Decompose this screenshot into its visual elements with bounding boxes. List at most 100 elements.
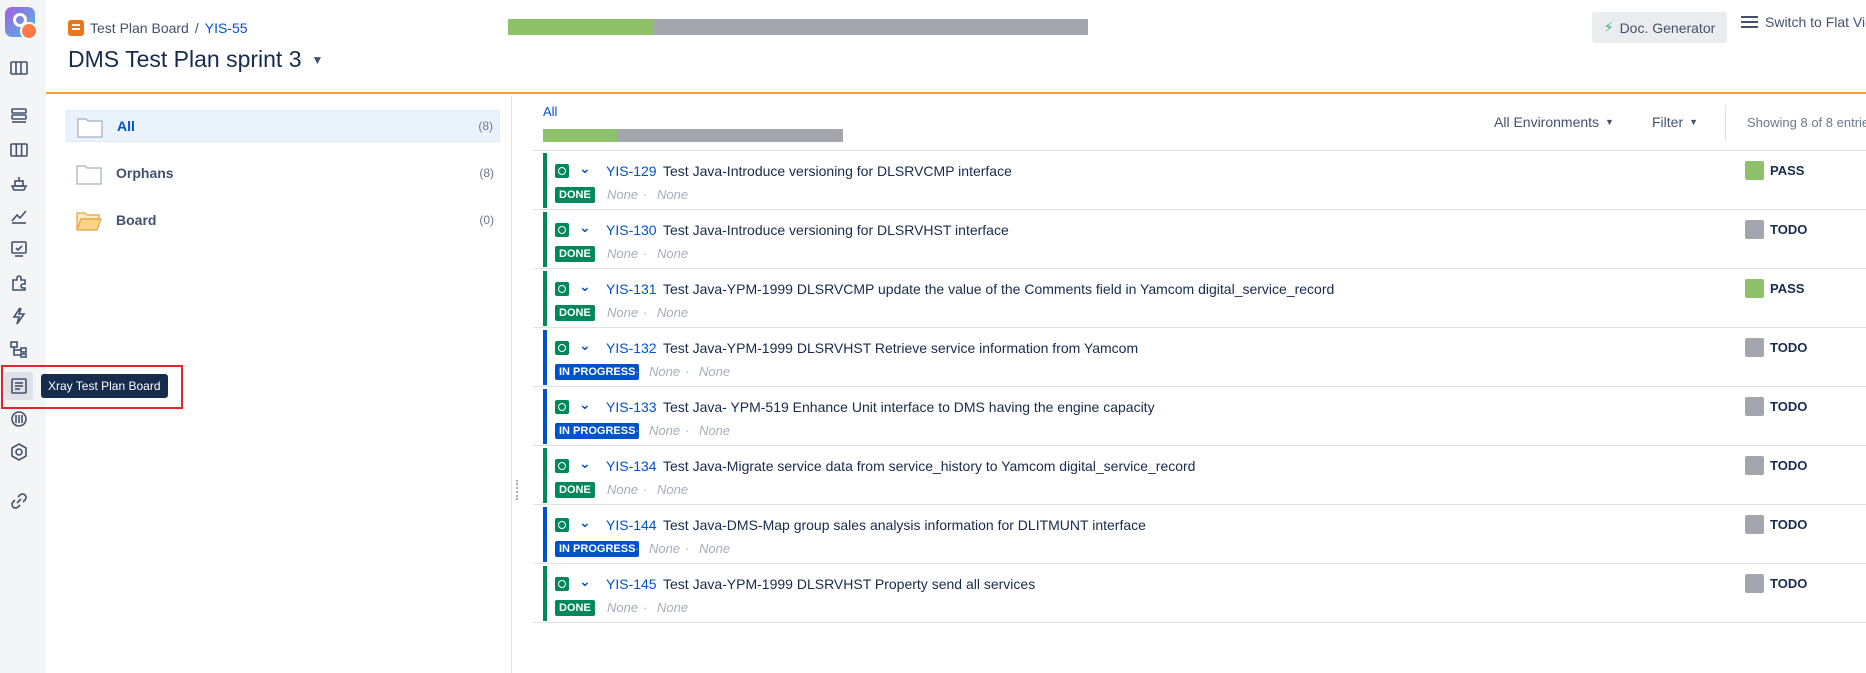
test-result-label[interactable]: TODO — [1770, 222, 1807, 237]
link-icon[interactable] — [8, 490, 30, 512]
switch-flat-view-button[interactable]: Switch to Flat Vie — [1741, 14, 1866, 30]
progress-todo-segment — [618, 129, 843, 142]
hierarchy-icon[interactable] — [8, 338, 30, 360]
test-summary[interactable]: Test Java-Migrate service data from serv… — [663, 458, 1195, 474]
folder-orphans[interactable]: Orphans (8) — [66, 157, 500, 189]
result-color-swatch — [1745, 220, 1764, 239]
priority-chevron-down-icon: ⌄ — [579, 219, 591, 235]
switch-flat-view-label: Switch to Flat Vie — [1765, 14, 1866, 30]
app-logo-icon[interactable] — [5, 7, 38, 40]
test-key-link[interactable]: YIS-134 — [606, 458, 657, 474]
test-row[interactable]: ⌄ YIS-131 Test Java-YPM-1999 DLSRVCMP upda… — [533, 269, 1866, 328]
folder-board[interactable]: Board (0) — [66, 204, 500, 236]
test-type-icon — [555, 282, 569, 296]
test-summary[interactable]: Test Java-YPM-1999 DLSRVHST Retrieve ser… — [663, 340, 1138, 356]
bolt-icon: ⚡ — [1603, 19, 1614, 35]
status-badge: DONE — [555, 600, 595, 616]
status-stripe — [543, 507, 547, 562]
test-row[interactable]: ⌄ YIS-134 Test Java-Migrate service data f… — [533, 446, 1866, 505]
page-title[interactable]: DMS Test Plan sprint 3 ▼ — [68, 46, 323, 73]
environment-filter-dropdown[interactable]: All Environments ▼ — [1494, 114, 1614, 130]
test-execution-icon[interactable] — [8, 238, 30, 260]
list-icon — [1741, 16, 1758, 28]
test-row[interactable]: ⌄ YIS-130 Test Java-Introduce versioning f… — [533, 210, 1866, 269]
test-summary[interactable]: Test Java-YPM-1999 DLSRVHST Property sen… — [663, 576, 1035, 592]
test-type-icon — [555, 400, 569, 414]
test-key-link[interactable]: YIS-132 — [606, 340, 657, 356]
toolbar-divider — [1725, 105, 1726, 141]
meta-separator: · — [593, 246, 598, 261]
test-meta-value: None — [649, 423, 681, 438]
entries-count: Showing 8 of 8 entrie — [1747, 115, 1866, 130]
doc-generator-button[interactable]: ⚡ Doc. Generator — [1592, 12, 1727, 43]
test-summary[interactable]: Test Java-YPM-1999 DLSRVCMP update the v… — [663, 281, 1334, 297]
test-key-link[interactable]: YIS-144 — [606, 517, 657, 533]
page-title-text: DMS Test Plan sprint 3 — [68, 46, 302, 72]
panel-resize-handle[interactable] — [516, 480, 519, 500]
test-summary[interactable]: Test Java-Introduce versioning for DLSRV… — [663, 222, 1009, 238]
priority-chevron-down-icon: ⌄ — [579, 337, 591, 353]
ship-icon[interactable] — [8, 172, 30, 194]
test-result-label[interactable]: PASS — [1770, 281, 1804, 296]
test-row[interactable]: ⌄ YIS-133 Test Java- YPM-519 Enhance Unit … — [533, 387, 1866, 446]
meta-separator: · — [685, 364, 690, 379]
test-summary[interactable]: Test Java- YPM-519 Enhance Unit interfac… — [663, 399, 1155, 415]
columns-icon[interactable] — [8, 139, 30, 161]
test-result-label[interactable]: TODO — [1770, 458, 1807, 473]
status-stripe — [543, 212, 547, 267]
filter-dropdown[interactable]: Filter ▼ — [1652, 114, 1698, 130]
test-row[interactable]: ⌄ YIS-129 Test Java-Introduce versioning f… — [533, 151, 1866, 210]
folder-tree-panel: All (8) Orphans (8) Board (0) — [46, 96, 512, 673]
folder-label: Board — [116, 212, 157, 228]
priority-chevron-down-icon: ⌄ — [579, 396, 591, 412]
doc-generator-label: Doc. Generator — [1619, 19, 1716, 36]
test-key-link[interactable]: YIS-133 — [606, 399, 657, 415]
test-result-label[interactable]: TODO — [1770, 576, 1807, 591]
test-result-label[interactable]: TODO — [1770, 517, 1807, 532]
test-result-label[interactable]: TODO — [1770, 399, 1807, 414]
progress-pass-segment — [543, 129, 618, 142]
test-meta-value: None — [607, 600, 639, 615]
result-color-swatch — [1745, 456, 1764, 475]
folder-all[interactable]: All (8) — [66, 110, 500, 142]
puzzle-icon[interactable] — [8, 272, 30, 294]
test-row[interactable]: ⌄ YIS-145 Test Java-YPM-1999 DLSRVHST Prop… — [533, 564, 1866, 623]
caret-down-icon: ▼ — [1605, 117, 1614, 127]
test-key-link[interactable]: YIS-130 — [606, 222, 657, 238]
folder-icon — [77, 116, 103, 138]
test-summary[interactable]: Test Java-DMS-Map group sales analysis i… — [663, 517, 1146, 533]
settings-hex-icon[interactable] — [8, 441, 30, 463]
folder-count: (8) — [479, 166, 494, 180]
page-header: Test Plan Board / YIS-55 DMS Test Plan s… — [46, 0, 1866, 94]
test-key-link[interactable]: YIS-145 — [606, 576, 657, 592]
environment-filter-label: All Environments — [1494, 114, 1600, 130]
test-row[interactable]: ⌄ YIS-144 Test Java-DMS-Map group sales an… — [533, 505, 1866, 564]
status-badge: IN PROGRESS — [555, 541, 640, 557]
result-color-swatch — [1745, 397, 1764, 416]
board-icon[interactable] — [8, 57, 30, 79]
meta-separator: · — [593, 600, 598, 615]
breadcrumb-issue-key[interactable]: YIS-55 — [205, 20, 248, 36]
test-summary[interactable]: Test Java-Introduce versioning for DLSRV… — [663, 163, 1012, 179]
repository-icon[interactable] — [8, 408, 30, 430]
test-result-label[interactable]: PASS — [1770, 163, 1804, 178]
backlog-icon[interactable] — [8, 105, 30, 127]
status-badge: DONE — [555, 482, 595, 498]
meta-separator: · — [643, 187, 648, 202]
test-meta-value: None — [699, 541, 731, 556]
test-meta-value: None — [649, 364, 681, 379]
test-row[interactable]: ⌄ YIS-132 Test Java-YPM-1999 DLSRVHST Retr… — [533, 328, 1866, 387]
bolt-icon[interactable] — [8, 305, 30, 327]
test-meta-value: None — [657, 482, 689, 497]
status-stripe — [543, 330, 547, 385]
chevron-down-icon[interactable]: ▼ — [312, 53, 324, 67]
test-result-label[interactable]: TODO — [1770, 340, 1807, 355]
test-key-link[interactable]: YIS-131 — [606, 281, 657, 297]
test-type-icon — [555, 577, 569, 591]
test-type-icon — [555, 518, 569, 532]
test-meta-value: None — [607, 246, 639, 261]
test-key-link[interactable]: YIS-129 — [606, 163, 657, 179]
result-color-swatch — [1745, 279, 1764, 298]
chart-icon[interactable] — [8, 205, 30, 227]
breadcrumb-board[interactable]: Test Plan Board — [90, 20, 189, 36]
